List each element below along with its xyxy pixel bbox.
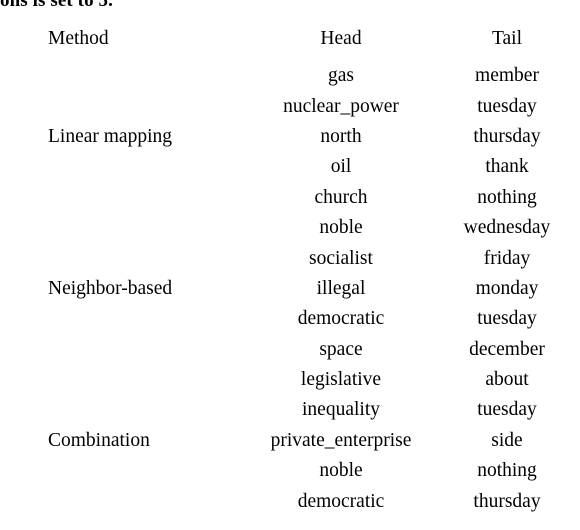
tail-word: tuesday: [477, 399, 537, 421]
results-table: Method Head Tail Linear mapping gas member nuc…: [36, 16, 580, 517]
tail-word: nothing: [477, 186, 537, 208]
head-word: legislative: [300, 369, 382, 391]
table-row: Neighbor-based noble wednesday: [36, 213, 580, 299]
caption-clip: ons is set to 5.: [0, 0, 580, 14]
head-word: inequality: [302, 399, 380, 421]
tail-word: tuesday: [477, 308, 537, 330]
column-header-method: Method: [48, 27, 109, 49]
head-word: noble: [319, 460, 363, 482]
tail-word: wednesday: [463, 217, 551, 239]
tail-word: thursday: [473, 125, 541, 147]
head-word: democratic: [297, 490, 385, 512]
table-figure-page: ons is set to 5. Method Head Tail Linear ma…: [0, 0, 580, 530]
tail-word: december: [469, 338, 545, 360]
method-label: Combination: [48, 429, 150, 451]
head-word: socialist: [309, 247, 373, 269]
head-word: oil: [330, 156, 352, 178]
table-header-row: Method Head Tail: [36, 16, 580, 61]
tail-word: about: [485, 369, 529, 391]
method-label: Linear mapping: [48, 125, 172, 147]
tail-word: tuesday: [477, 95, 537, 117]
table-row: Combination legislative about: [36, 365, 580, 451]
head-word: gas: [328, 65, 354, 87]
head-word: noble: [319, 217, 363, 239]
head-word: nuclear_power: [283, 95, 399, 117]
tail-word: thursday: [473, 490, 541, 512]
head-word: north: [320, 125, 362, 147]
head-word: illegal: [316, 277, 366, 299]
method-label: Neighbor-based: [48, 277, 173, 299]
tail-word: side: [491, 429, 523, 451]
head-word: church: [314, 186, 368, 208]
tail-word: monday: [475, 277, 539, 299]
head-word: space: [319, 338, 363, 360]
caption-fragment: ons is set to 5.: [0, 0, 113, 11]
tail-word: thank: [485, 156, 529, 178]
tail-word: member: [475, 65, 539, 87]
tail-word: nothing: [477, 460, 537, 482]
head-word: private_enterprise: [270, 429, 412, 451]
results-table-wrapper: Method Head Tail Linear mapping gas member nuc…: [36, 16, 580, 517]
table-row: Linear mapping gas member: [36, 61, 580, 147]
head-word: democratic: [297, 308, 385, 330]
column-header-tail: Tail: [491, 27, 523, 49]
column-header-head: Head: [320, 27, 362, 49]
tail-word: friday: [483, 247, 531, 269]
